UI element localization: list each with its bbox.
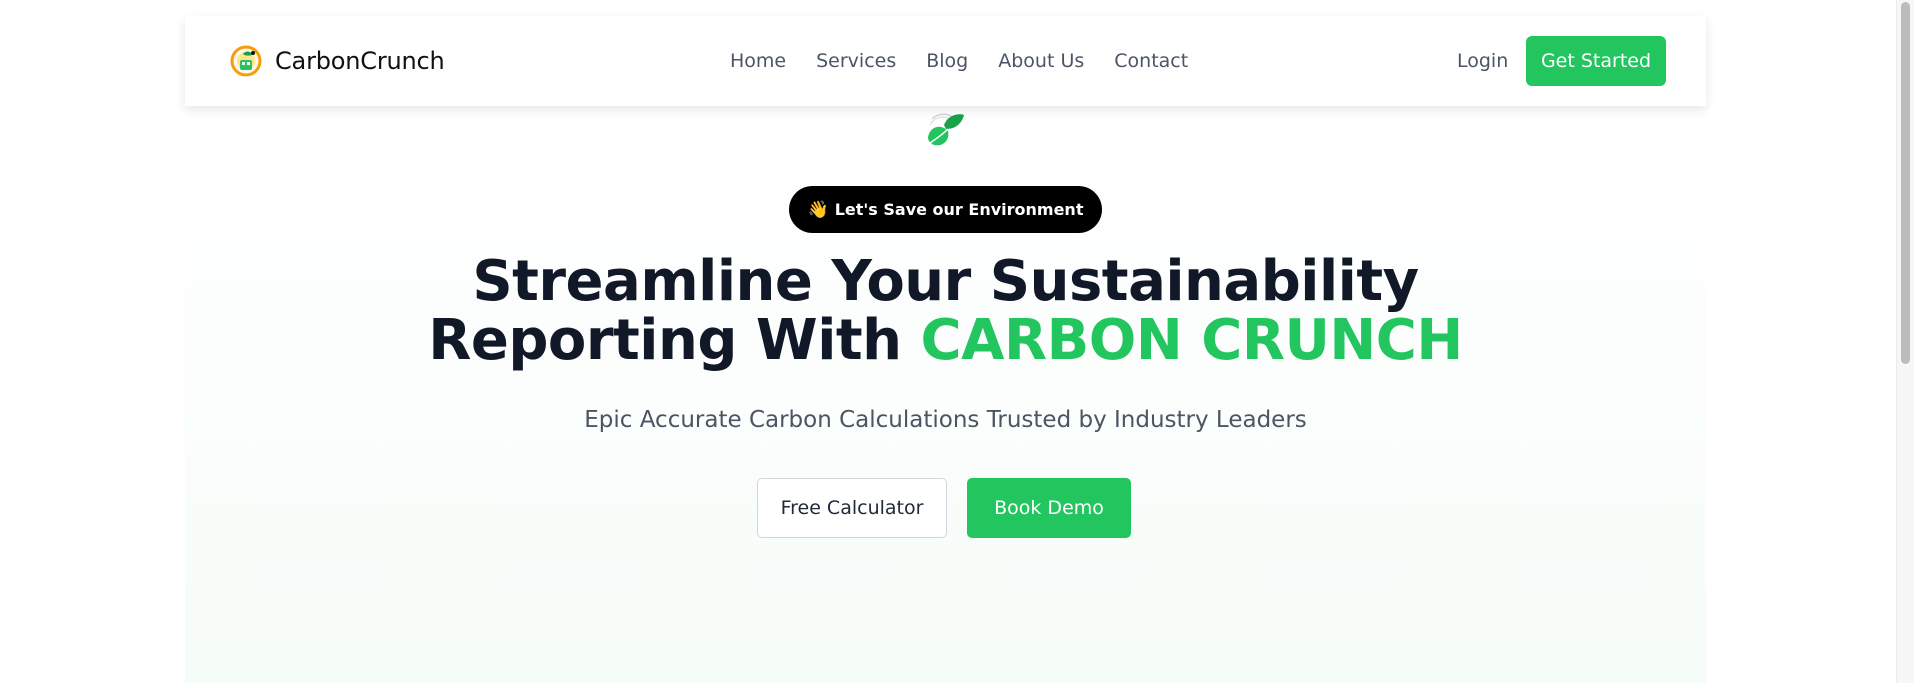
login-link[interactable]: Login — [1457, 16, 1508, 106]
scrollbar-thumb[interactable] — [1901, 2, 1910, 364]
nav-link-blog[interactable]: Blog — [926, 50, 968, 72]
nav-link-contact[interactable]: Contact — [1114, 50, 1188, 72]
page-scrollbar[interactable] — [1896, 0, 1914, 683]
hero-cta-row: Free Calculator Book Demo — [757, 478, 1131, 538]
nav-links: Home Services Blog About Us Contact — [730, 16, 1188, 106]
leaf-logo-icon — [230, 45, 262, 77]
hero-headline: Streamline Your Sustainability Reporting… — [185, 252, 1706, 370]
page: CarbonCrunch Home Services Blog About Us… — [0, 0, 1914, 683]
free-calculator-button[interactable]: Free Calculator — [757, 478, 947, 538]
headline-line-2-prefix: Reporting With — [428, 308, 921, 373]
book-demo-button[interactable]: Book Demo — [967, 478, 1131, 538]
hero-subheadline: Epic Accurate Carbon Calculations Truste… — [584, 407, 1307, 433]
leaf-icon — [928, 113, 964, 146]
waving-hand-icon: 👋 — [807, 199, 829, 220]
nav-link-services[interactable]: Services — [816, 50, 896, 72]
badge-text: Let's Save our Environment — [834, 200, 1084, 219]
brand-name: CarbonCrunch — [275, 47, 445, 75]
headline-accent: CARBON CRUNCH — [920, 308, 1464, 373]
brand-home-link[interactable]: CarbonCrunch — [229, 16, 445, 106]
get-started-button[interactable]: Get Started — [1526, 36, 1666, 86]
top-navbar: CarbonCrunch Home Services Blog About Us… — [185, 16, 1706, 106]
environment-badge: 👋 Let's Save our Environment — [789, 186, 1102, 233]
nav-link-home[interactable]: Home — [730, 50, 786, 72]
headline-line-1: Streamline Your Sustainability — [472, 249, 1419, 314]
nav-link-about-us[interactable]: About Us — [998, 50, 1084, 72]
